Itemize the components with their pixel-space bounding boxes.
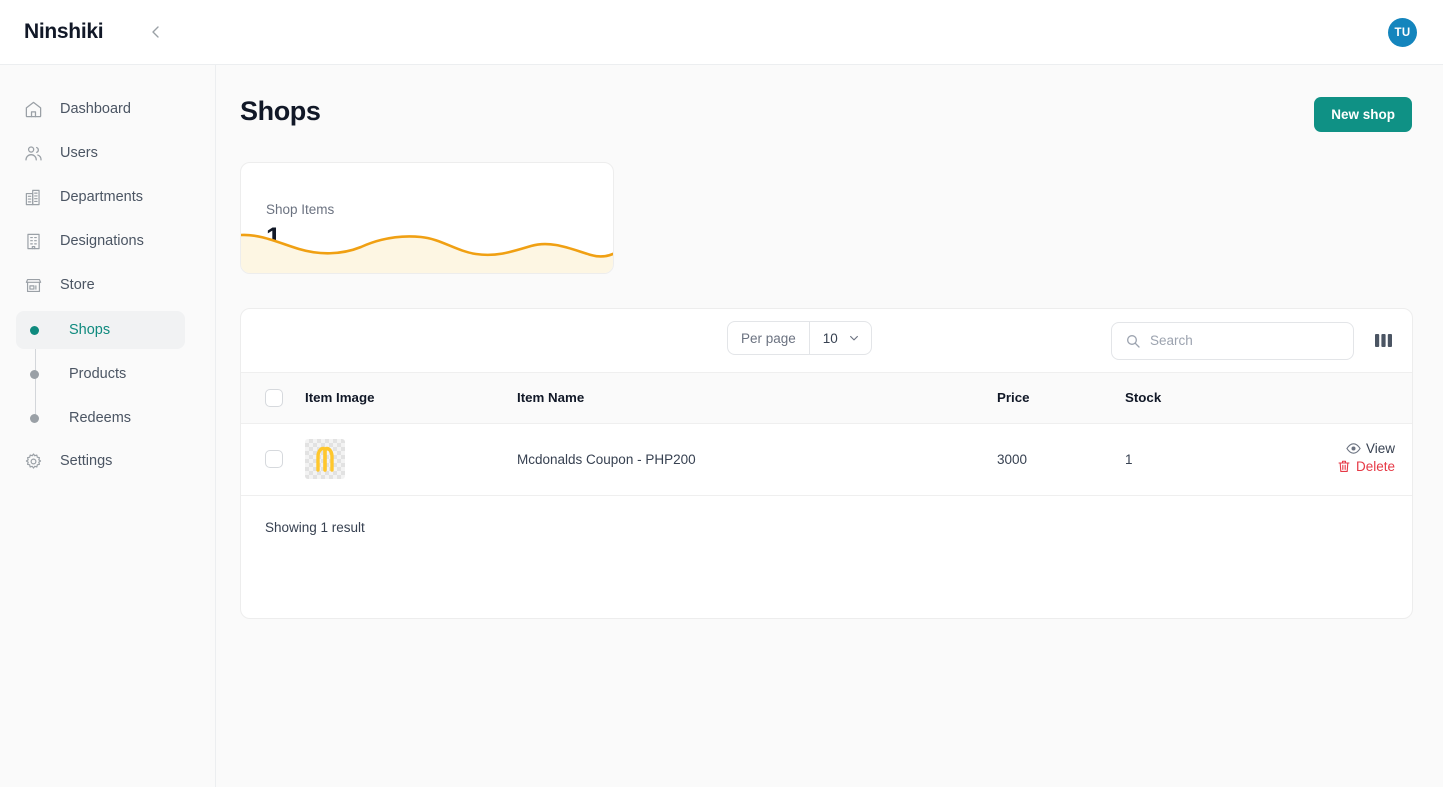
office-icon bbox=[24, 230, 50, 252]
building-icon bbox=[24, 186, 50, 208]
results-count: Showing 1 result bbox=[265, 519, 365, 535]
per-page-value: 10 bbox=[822, 330, 838, 346]
sidebar-collapse-button[interactable] bbox=[143, 19, 169, 45]
stat-card-shop-items: Shop Items 1 bbox=[240, 162, 614, 274]
chevron-left-icon bbox=[152, 26, 159, 38]
sidebar-item-shops[interactable]: Shops bbox=[16, 311, 185, 349]
avatar[interactable]: TU bbox=[1388, 18, 1417, 47]
main-content: Shops New shop Shop Items 1 Search Item … bbox=[216, 65, 1443, 787]
stat-card-label: Shop Items bbox=[266, 202, 335, 217]
top-bar: Ninshiki TU bbox=[0, 0, 1443, 65]
sidebar-item-label: Dashboard bbox=[60, 101, 131, 117]
column-header-stock[interactable]: Stock bbox=[1125, 373, 1275, 423]
table-footer: Showing 1 result bbox=[241, 496, 1412, 559]
sidebar-item-label: Redeems bbox=[69, 410, 132, 426]
shops-table: Item Image Item Name Price Stock Mcdonal… bbox=[241, 373, 1412, 496]
sidebar-item-label: Shops bbox=[69, 322, 111, 338]
search-box[interactable] bbox=[1111, 321, 1354, 360]
columns-button[interactable] bbox=[1373, 330, 1395, 352]
home-icon bbox=[24, 98, 50, 120]
sidebar: Dashboard Users Departments Designations… bbox=[0, 65, 216, 787]
delete-label: Delete bbox=[1355, 459, 1395, 474]
sidebar-item-designations[interactable]: Designations bbox=[16, 223, 201, 259]
app-brand: Ninshiki bbox=[24, 20, 104, 43]
bullet-icon bbox=[30, 413, 39, 423]
cell-item-name: Mcdonalds Coupon - PHP200 bbox=[517, 451, 696, 467]
item-thumbnail[interactable] bbox=[305, 439, 345, 479]
gear-icon bbox=[24, 450, 50, 472]
table-row[interactable]: Mcdonalds Coupon - PHP200 3000 1 View De… bbox=[241, 423, 1412, 495]
row-select-cell bbox=[241, 423, 305, 495]
table-body: Mcdonalds Coupon - PHP200 3000 1 View De… bbox=[241, 423, 1412, 495]
users-icon bbox=[24, 142, 50, 164]
bullet-icon bbox=[30, 369, 39, 379]
eye-icon bbox=[1346, 443, 1361, 454]
row-checkbox[interactable] bbox=[265, 450, 283, 468]
sparkline-chart bbox=[241, 233, 613, 273]
sidebar-item-label: Designations bbox=[60, 233, 144, 249]
sidebar-item-dashboard[interactable]: Dashboard bbox=[16, 91, 201, 127]
column-header-item-name[interactable]: Item Name bbox=[517, 373, 997, 423]
store-icon bbox=[24, 274, 50, 296]
trash-icon bbox=[1338, 460, 1350, 473]
select-all-cell bbox=[241, 373, 305, 423]
view-button[interactable]: View bbox=[1346, 441, 1395, 456]
search-icon bbox=[1125, 333, 1141, 354]
cell-item-image bbox=[305, 423, 517, 495]
per-page-selector[interactable]: Per page 10 bbox=[727, 321, 872, 355]
sidebar-item-label: Departments bbox=[60, 189, 144, 205]
new-shop-button[interactable]: New shop bbox=[1314, 97, 1412, 132]
view-label: View bbox=[1365, 441, 1395, 456]
sidebar-item-redeems[interactable]: Redeems bbox=[16, 399, 185, 437]
per-page-label: Per page bbox=[728, 322, 810, 354]
sidebar-item-store[interactable]: Store bbox=[16, 267, 201, 303]
cell-stock: 1 bbox=[1125, 451, 1133, 467]
mcdonalds-logo-icon bbox=[316, 446, 334, 472]
sidebar-item-departments[interactable]: Departments bbox=[16, 179, 201, 215]
sidebar-item-products[interactable]: Products bbox=[16, 355, 185, 393]
column-header-item-image[interactable]: Item Image bbox=[305, 373, 517, 423]
sidebar-item-label: Store bbox=[60, 277, 95, 293]
sidebar-item-settings[interactable]: Settings bbox=[16, 443, 201, 479]
column-header-actions bbox=[1275, 373, 1412, 423]
page-title: Shops bbox=[240, 96, 321, 126]
table-header-row: Item Image Item Name Price Stock bbox=[241, 373, 1412, 423]
cell-price: 3000 bbox=[997, 451, 1028, 467]
search-input[interactable] bbox=[1150, 333, 1340, 348]
select-all-checkbox[interactable] bbox=[265, 388, 283, 407]
sidebar-item-users[interactable]: Users bbox=[16, 135, 201, 171]
columns-icon bbox=[1375, 333, 1392, 347]
per-page-value-button[interactable]: 10 bbox=[810, 322, 871, 354]
sidebar-subnav: Shops Products Redeems bbox=[0, 311, 215, 437]
sidebar-item-label: Settings bbox=[60, 453, 113, 469]
delete-button[interactable]: Delete bbox=[1337, 459, 1395, 474]
column-header-price[interactable]: Price bbox=[997, 373, 1125, 423]
bullet-icon bbox=[30, 325, 39, 335]
table-header: Item Image Item Name Price Stock bbox=[241, 373, 1412, 423]
sidebar-item-label: Products bbox=[69, 366, 127, 382]
sidebar-item-label: Users bbox=[60, 145, 98, 161]
cell-actions: View Delete bbox=[1275, 423, 1412, 495]
chevron-down-icon bbox=[849, 335, 858, 341]
